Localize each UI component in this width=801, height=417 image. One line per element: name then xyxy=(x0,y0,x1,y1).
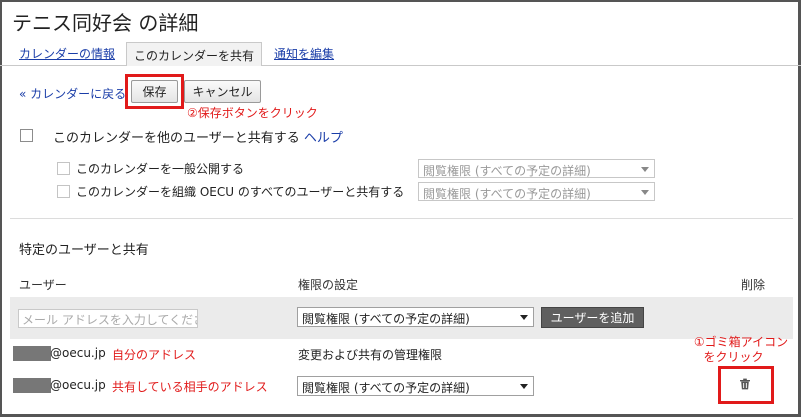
column-header-delete: 削除 xyxy=(741,278,766,292)
help-link[interactable]: ヘルプ xyxy=(304,131,343,146)
org-share-checkbox[interactable] xyxy=(57,185,70,198)
org-permission-value: 閲覧権限 (すべての予定の詳細) xyxy=(423,187,591,201)
new-user-permission-select[interactable]: 閲覧権限 (すべての予定の詳細) xyxy=(297,307,534,327)
share-public-text: このカレンダーを他のユーザーと共有する xyxy=(53,131,300,146)
tab-bar: カレンダーの情報 このカレンダーを共有 通知を編集 xyxy=(0,42,801,66)
share-public-checkbox[interactable] xyxy=(20,129,33,142)
share-public-label: このカレンダーを他のユーザーと共有する ヘルプ xyxy=(53,127,343,146)
redacted-email-2 xyxy=(13,378,51,393)
email-input[interactable]: メール アドレスを入力してください xyxy=(18,309,198,328)
save-highlight-box xyxy=(125,74,184,109)
user-2-permission-select[interactable]: 閲覧権限 (すべての予定の詳細) xyxy=(297,376,534,396)
chevron-down-icon xyxy=(641,190,649,195)
add-user-button[interactable]: ユーザーを追加 xyxy=(541,307,644,328)
publish-checkbox[interactable] xyxy=(57,162,70,175)
new-user-permission-value: 閲覧権限 (すべての予定の詳細) xyxy=(302,312,470,326)
save-annotation: ②保存ボタンをクリック xyxy=(187,106,318,120)
user-2-permission-value: 閲覧権限 (すべての予定の詳細) xyxy=(302,381,470,395)
org-share-label: このカレンダーを組織 OECU のすべてのユーザーと共有する xyxy=(76,185,405,199)
tab-calendar-info[interactable]: カレンダーの情報 xyxy=(19,45,115,62)
self-address-annotation: 自分のアドレス xyxy=(112,348,197,362)
trash-annotation-line2: をクリック xyxy=(703,350,764,364)
publish-label: このカレンダーを一般公開する xyxy=(76,162,245,176)
column-header-permission: 権限の設定 xyxy=(298,278,359,292)
publish-permission-value: 閲覧権限 (すべての予定の詳細) xyxy=(423,164,591,178)
section-divider xyxy=(10,218,793,219)
column-header-user: ユーザー xyxy=(19,278,67,292)
user-2-email: @oecu.jp xyxy=(50,378,106,392)
publish-permission-select[interactable]: 閲覧権限 (すべての予定の詳細) xyxy=(418,159,655,178)
user-1-email: @oecu.jp xyxy=(50,346,106,360)
org-permission-select[interactable]: 閲覧権限 (すべての予定の詳細) xyxy=(418,182,655,201)
back-to-calendar-link[interactable]: « カレンダーに戻る xyxy=(19,85,126,102)
redacted-email-1 xyxy=(13,346,51,361)
chevron-down-icon xyxy=(520,315,528,320)
user-1-permission: 変更および共有の管理権限 xyxy=(298,348,443,362)
trash-icon[interactable] xyxy=(739,378,751,390)
tab-notifications[interactable]: 通知を編集 xyxy=(274,45,334,62)
tab-share-calendar[interactable]: このカレンダーを共有 xyxy=(126,42,263,66)
cancel-button[interactable]: キャンセル xyxy=(184,80,261,103)
chevron-down-icon xyxy=(641,167,649,172)
page-title: テニス同好会 の詳細 xyxy=(12,11,199,35)
shared-address-annotation: 共有している相手のアドレス xyxy=(112,380,268,394)
specific-users-heading: 特定のユーザーと共有 xyxy=(19,243,149,258)
chevron-down-icon xyxy=(520,384,528,389)
